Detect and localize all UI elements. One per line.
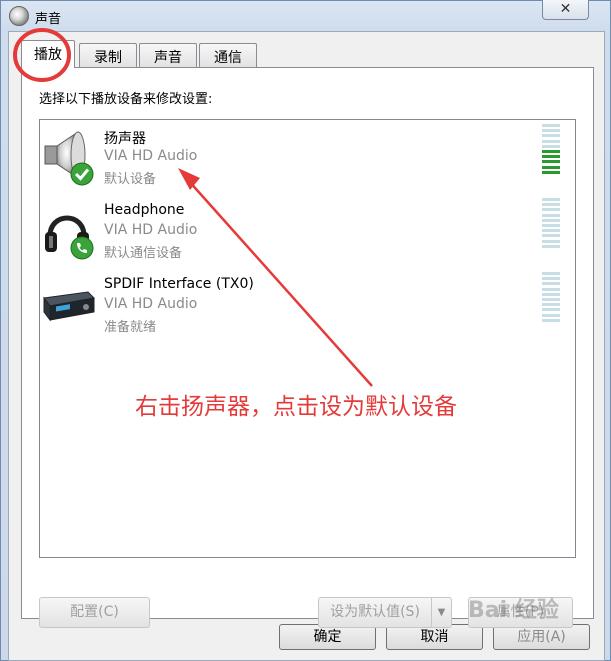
meter-bar [542,144,560,148]
watermark: Bai 经验 [468,598,559,623]
meter-bar [542,155,560,159]
meter-bar [542,134,560,138]
chevron-down-icon[interactable]: ▼ [431,598,451,627]
meter-bar [542,198,560,201]
device-item-headphone[interactable]: Headphone VIA HD Audio 默认通信设备 [40,198,575,270]
spdif-device-icon [43,291,96,322]
device-driver: VIA HD Audio [104,148,198,164]
volume-meter [542,272,560,324]
default-check-icon [70,162,94,186]
playback-prompt: 选择以下播放设备来修改设置: [39,92,213,107]
meter-bar [542,303,560,307]
meter-bar [542,308,560,312]
meter-bar [542,208,560,212]
device-driver: VIA HD Audio [104,296,198,312]
device-status: 默认设备 [104,172,157,187]
configure-button[interactable]: 配置(C) [39,597,150,628]
tab-sounds[interactable]: 声音 [139,43,197,67]
annotation-text: 右击扬声器，点击设为默认设备 [135,394,457,420]
window-title: 声音 [35,12,62,27]
device-name: SPDIF Interface (TX0) [104,276,254,292]
meter-bar [542,139,560,143]
meter-bar [542,170,560,174]
meter-bar [542,272,560,275]
meter-bar [542,150,560,153]
meter-bar [542,277,560,281]
meter-bar [542,129,560,133]
meter-bar [542,203,560,207]
volume-meter [542,124,560,176]
meter-bar [542,224,560,227]
meter-bar [542,313,560,317]
meter-bar [542,229,560,233]
sound-dialog-window: 声音 ✕ 播放 录制 声音 通信 选择以下播放设备来修改设置: 扬声器 VIA … [0,0,611,661]
tab-recording[interactable]: 录制 [79,43,137,67]
set-default-button[interactable]: 设为默认值(S) ▼ [318,597,452,628]
meter-bar [542,318,560,322]
set-default-label: 设为默认值(S) [330,604,420,620]
device-status: 默认通信设备 [104,246,183,261]
device-status: 准备就绪 [104,320,157,335]
meter-bar [542,287,560,291]
meter-bar [542,244,560,248]
meter-bar [542,298,560,301]
title-bar[interactable]: 声音 ✕ [1,0,610,31]
device-item-spdif[interactable]: SPDIF Interface (TX0) VIA HD Audio 准备就绪 [40,272,575,344]
device-name: Headphone [104,202,185,218]
meter-bar [542,165,560,169]
device-list[interactable]: 扬声器 VIA HD Audio 默认设备 Headphone VIA HD A… [39,119,576,558]
phone-badge-icon [70,236,94,260]
meter-bar [542,218,560,222]
meter-bar [542,239,560,243]
meter-bar [542,282,560,286]
playback-panel: 选择以下播放设备来修改设置: 扬声器 VIA HD Audio 默认设备 Hea… [21,67,594,628]
meter-bar [542,160,560,164]
device-driver: VIA HD Audio [104,222,198,238]
sound-app-icon [9,6,29,26]
device-name: 扬声器 [104,131,146,147]
meter-bar [542,124,560,127]
meter-bar [542,234,560,238]
tab-playback[interactable]: 播放 [21,40,75,68]
dialog-client-area: 播放 录制 声音 通信 选择以下播放设备来修改设置: 扬声器 VIA HD Au… [8,31,605,661]
meter-bar [542,213,560,217]
device-item-speaker[interactable]: 扬声器 VIA HD Audio 默认设备 [40,124,575,196]
close-button[interactable]: ✕ [542,0,589,20]
tab-communications[interactable]: 通信 [199,43,257,67]
meter-bar [542,292,560,296]
volume-meter [542,198,560,250]
